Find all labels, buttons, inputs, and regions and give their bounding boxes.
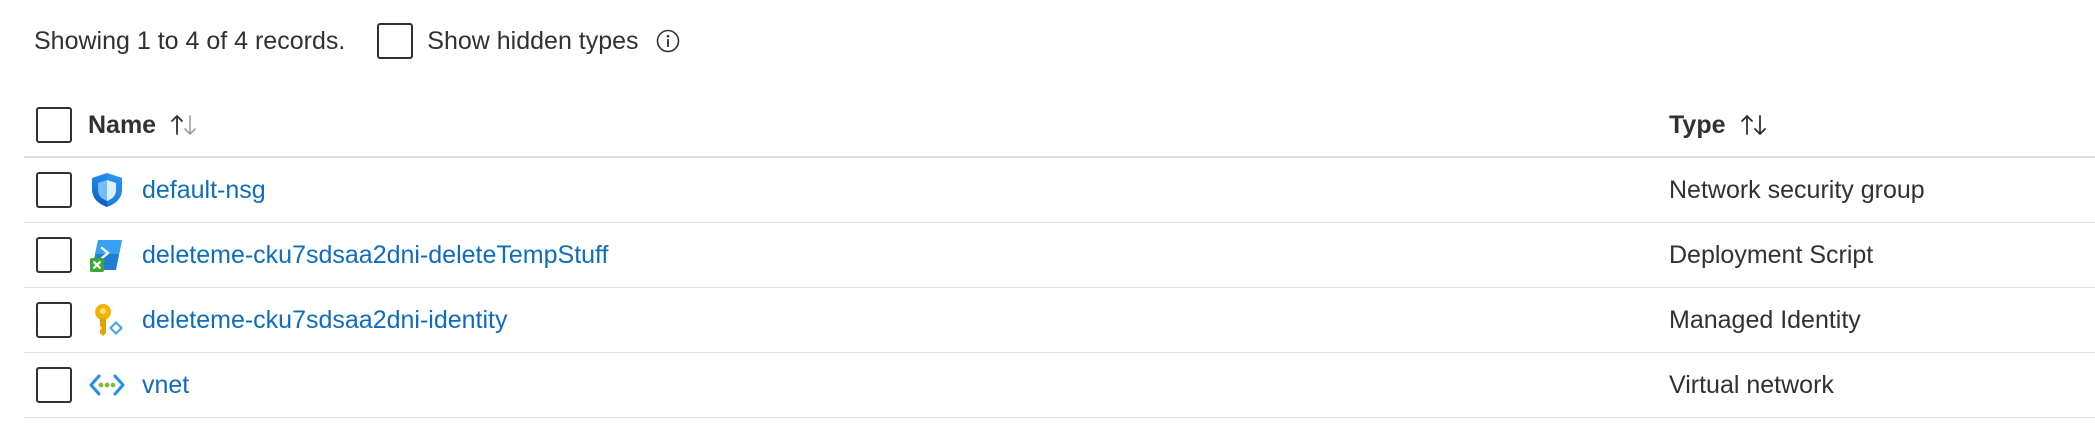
table-row[interactable]: default-nsg Network security group — [24, 158, 2095, 223]
type-column-header[interactable]: Type — [1669, 94, 1768, 156]
row-select-checkbox[interactable] — [36, 237, 72, 273]
virtual-network-icon — [88, 366, 126, 404]
resource-type: Virtual network — [1669, 370, 1834, 399]
name-cell: vnet — [88, 353, 189, 417]
type-cell: Deployment Script — [1669, 223, 1873, 287]
sort-ascending-icon[interactable] — [170, 110, 198, 140]
resource-list-panel: Showing 1 to 4 of 4 records. Show hidden… — [0, 0, 2095, 445]
show-hidden-types-toggle[interactable]: Show hidden types — [377, 23, 680, 59]
network-security-group-icon — [88, 171, 126, 209]
name-cell: deleteme-cku7sdsaa2dni-identity — [88, 288, 508, 352]
resource-type: Network security group — [1669, 175, 1925, 204]
table-row[interactable]: vnet Virtual network — [24, 353, 2095, 418]
row-select-checkbox[interactable] — [36, 302, 72, 338]
name-column-header[interactable]: Name — [88, 94, 198, 156]
row-select-checkbox[interactable] — [36, 172, 72, 208]
row-select-checkbox[interactable] — [36, 367, 72, 403]
type-cell: Network security group — [1669, 158, 1925, 222]
table-header-row: Name Type — [24, 94, 2095, 158]
records-summary: Showing 1 to 4 of 4 records. — [34, 26, 346, 55]
name-cell: default-nsg — [88, 158, 266, 222]
resource-type: Deployment Script — [1669, 240, 1874, 269]
type-cell: Virtual network — [1669, 353, 1834, 417]
select-all-checkbox[interactable] — [36, 107, 72, 143]
resource-link[interactable]: deleteme-cku7sdsaa2dni-deleteTempStuff — [142, 241, 609, 270]
show-hidden-types-label: Show hidden types — [427, 26, 639, 55]
table-row[interactable]: deleteme-cku7sdsaa2dni-deleteTempStuff D… — [24, 223, 2095, 288]
resources-table: Name Type default-nsg Network security g… — [24, 94, 2095, 418]
type-column-label: Type — [1669, 110, 1726, 139]
name-column-label: Name — [88, 110, 157, 139]
name-cell: deleteme-cku7sdsaa2dni-deleteTempStuff — [88, 223, 609, 287]
resource-type: Managed Identity — [1669, 305, 1861, 334]
deployment-script-icon — [88, 236, 126, 274]
resource-link[interactable]: deleteme-cku7sdsaa2dni-identity — [142, 306, 508, 335]
list-toolbar: Showing 1 to 4 of 4 records. Show hidden… — [34, 20, 681, 62]
resource-link[interactable]: vnet — [142, 371, 189, 400]
type-cell: Managed Identity — [1669, 288, 1861, 352]
show-hidden-types-checkbox[interactable] — [377, 23, 414, 59]
info-icon[interactable] — [655, 28, 681, 54]
resource-link[interactable]: default-nsg — [142, 176, 266, 205]
managed-identity-icon — [88, 301, 126, 339]
sort-both-icon[interactable] — [1740, 110, 1768, 140]
table-row[interactable]: deleteme-cku7sdsaa2dni-identity Managed … — [24, 288, 2095, 353]
